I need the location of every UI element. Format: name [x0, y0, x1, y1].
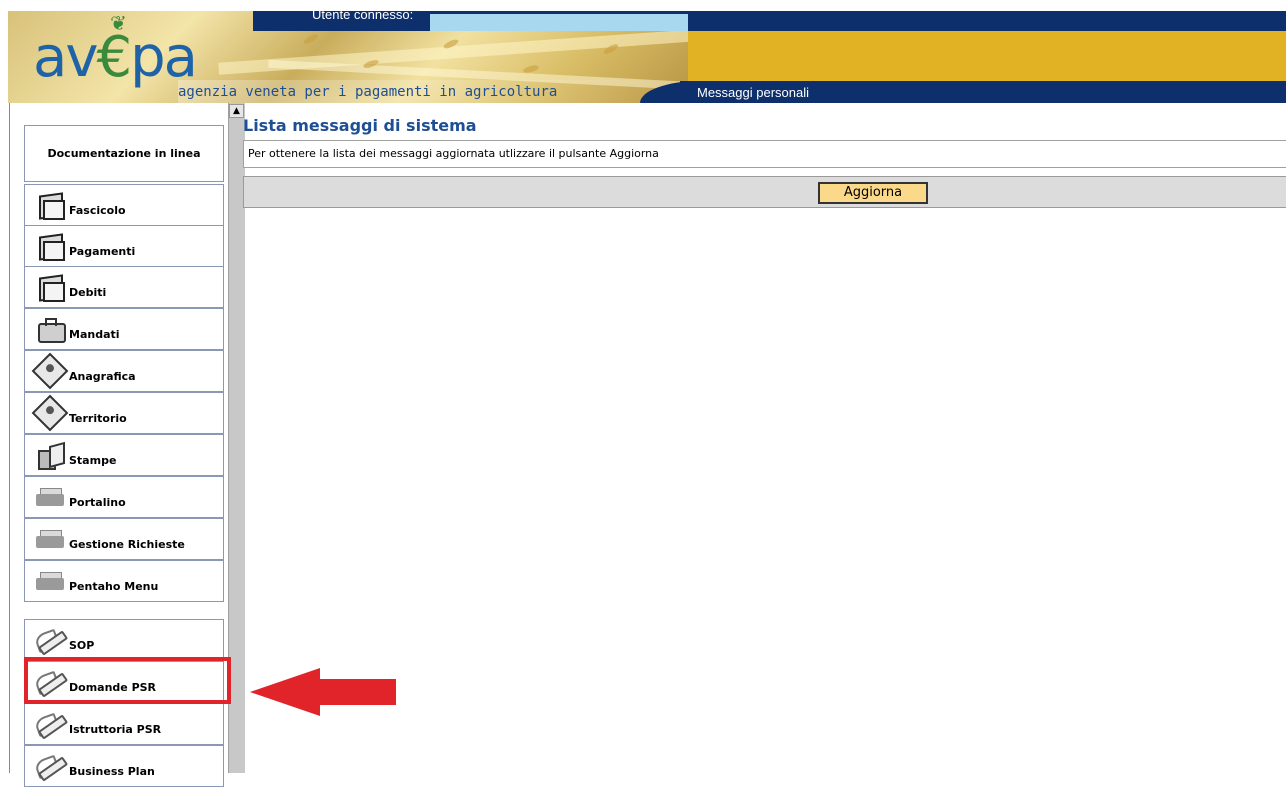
tray-icon [35, 524, 65, 554]
sidebar-item-pagamenti[interactable]: Pagamenti [24, 225, 224, 267]
sidebar-item-label: Business Plan [69, 764, 155, 778]
personal-messages-link[interactable]: Messaggi personali [697, 84, 809, 102]
sidebar-item-label: Gestione Richieste [69, 537, 185, 551]
sidebar-item-label: Territorio [69, 411, 127, 425]
header: ❦ av€pa agenzia veneta per i pagamenti i… [0, 0, 1286, 103]
sidebar-item-label: Anagrafica [69, 369, 136, 383]
sidebar-item-debiti[interactable]: Debiti [24, 266, 224, 308]
gold-band [688, 31, 1286, 81]
connected-user-field [430, 14, 688, 31]
pencil-icon [33, 709, 69, 740]
sidebar-item-territorio[interactable]: Territorio [24, 392, 224, 434]
sidebar-item-fascicolo[interactable]: Fascicolo [24, 184, 224, 226]
info-message: Per ottenere la lista dei messaggi aggio… [243, 140, 1286, 168]
sidebar-item-label: Stampe [69, 453, 117, 467]
sidebar-item-label: SOP [69, 638, 95, 652]
logo-tagline: agenzia veneta per i pagamenti in agrico… [178, 80, 688, 103]
print-icon [35, 440, 65, 470]
sidebar-item-anagrafica[interactable]: Anagrafica [24, 350, 224, 392]
sidebar-item-business-plan[interactable]: Business Plan [24, 745, 224, 787]
sidebar-item-label: Mandati [69, 327, 120, 341]
main-content: Lista messaggi di sistema Per ottenere l… [243, 103, 1286, 773]
online-docs-label: Documentazione in linea [47, 147, 201, 160]
scroll-up-arrow-icon[interactable]: ▲ [229, 104, 244, 118]
pencil-icon [33, 751, 69, 782]
briefcase-icon [35, 314, 66, 344]
avepa-logo[interactable]: av€pa [33, 23, 198, 93]
tray-icon [35, 482, 65, 512]
tray-icon [35, 566, 65, 596]
sidebar-item-label: Pagamenti [69, 244, 136, 258]
sidebar-item-gestione-richieste[interactable]: Gestione Richieste [24, 518, 224, 560]
online-docs-button[interactable]: Documentazione in linea [24, 125, 224, 182]
refresh-button[interactable]: Aggiorna [818, 182, 928, 204]
sidebar-item-label: Pentaho Menu [69, 579, 159, 593]
sidebar-item-sop[interactable]: SOP [24, 619, 224, 661]
connected-user-label: Utente connesso: [312, 7, 414, 22]
sidebar-item-label: Debiti [69, 285, 107, 299]
sidebar-item-label: Portalino [69, 495, 126, 509]
sidebar-item-label: Fascicolo [69, 203, 126, 217]
sidebar-item-label: Istruttoria PSR [69, 722, 162, 736]
map-icon [31, 394, 69, 432]
sidebar-item-mandati[interactable]: Mandati [24, 308, 224, 350]
folder-icon [35, 190, 65, 220]
highlight-box [24, 657, 231, 704]
sidebar-item-pentaho-menu[interactable]: Pentaho Menu [24, 560, 224, 602]
button-row: Aggiorna [243, 176, 1286, 208]
folder-icon [35, 272, 65, 302]
folder-icon [35, 231, 65, 261]
sidebar-item-portalino[interactable]: Portalino [24, 476, 224, 518]
sidebar-item-stampe[interactable]: Stampe [24, 434, 224, 476]
page-title: Lista messaggi di sistema [243, 116, 477, 135]
registry-icon [31, 352, 69, 390]
sidebar-item-istruttoria-psr[interactable]: Istruttoria PSR [24, 703, 224, 745]
pencil-icon [33, 625, 69, 656]
